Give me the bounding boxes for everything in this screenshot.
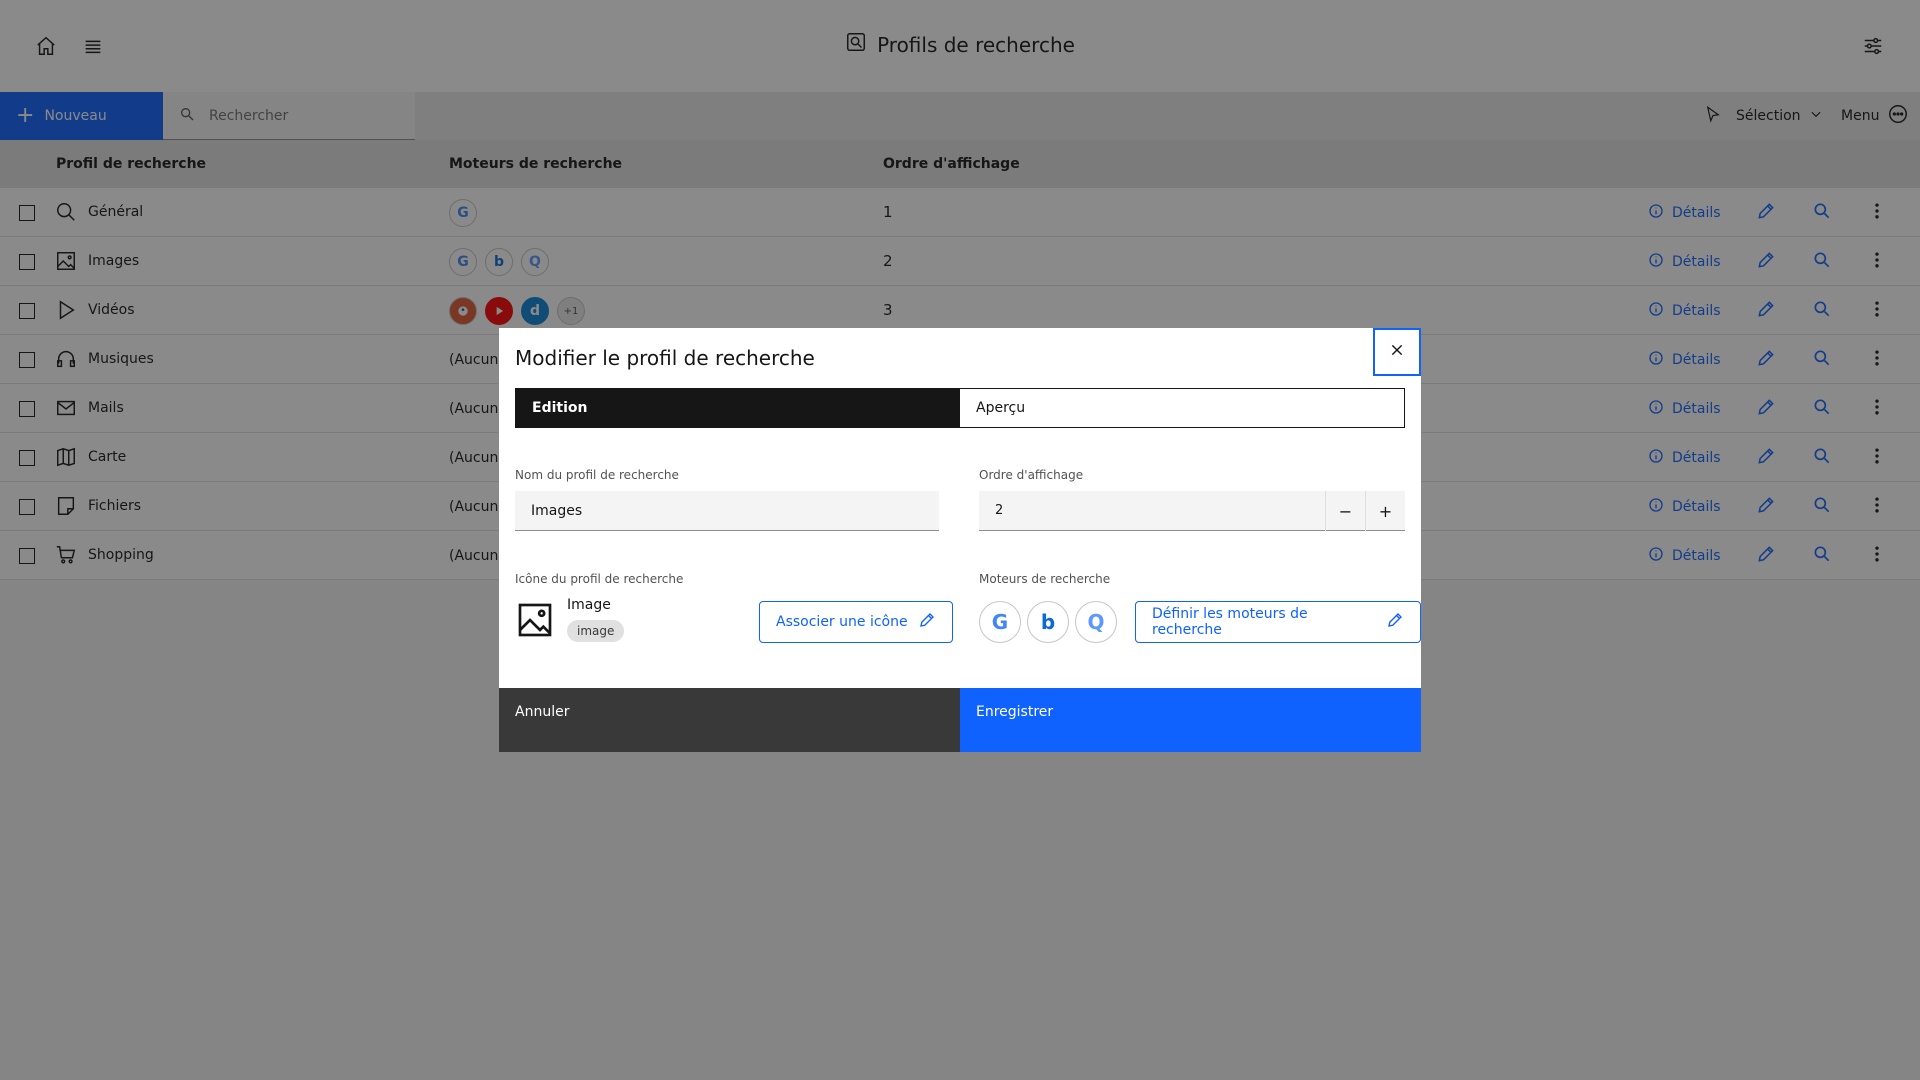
qwant-icon: Q (1075, 601, 1117, 643)
tab-apercu[interactable]: Aperçu (960, 389, 1404, 427)
profile-icon-label: Icône du profil de recherche (515, 572, 684, 586)
google-icon: G (979, 601, 1021, 643)
display-order-value[interactable]: 2 (995, 503, 1003, 518)
decrement-button[interactable]: − (1325, 491, 1365, 531)
increment-button[interactable]: + (1365, 491, 1405, 531)
cancel-button[interactable]: Annuler (499, 688, 960, 752)
define-engines-button[interactable]: Définir les moteurs de recherche (1135, 601, 1421, 643)
bing-icon: b (1027, 601, 1069, 643)
close-icon (1390, 343, 1404, 361)
icon-tag: image (567, 620, 625, 642)
modal-tabs: Edition Aperçu (515, 388, 1405, 428)
edit-pencil-icon (1386, 611, 1404, 633)
assign-icon-button[interactable]: Associer une icône (759, 601, 953, 643)
profile-name-field[interactable]: Images (515, 491, 939, 531)
profile-name-label: Nom du profil de recherche (515, 468, 679, 482)
display-order-stepper: 2 − + (979, 491, 1405, 531)
edit-profile-modal: Modifier le profil de recherche Edition … (499, 328, 1421, 752)
tab-edition[interactable]: Edition (516, 389, 960, 427)
display-order-label: Ordre d'affichage (979, 468, 1084, 482)
image-icon (515, 600, 555, 644)
icon-name: Image (567, 597, 611, 613)
edit-pencil-icon (918, 611, 936, 633)
modal-title: Modifier le profil de recherche (515, 346, 815, 370)
save-button[interactable]: Enregistrer (960, 688, 1421, 752)
close-button[interactable] (1373, 328, 1421, 376)
engines-label: Moteurs de recherche (979, 572, 1111, 586)
